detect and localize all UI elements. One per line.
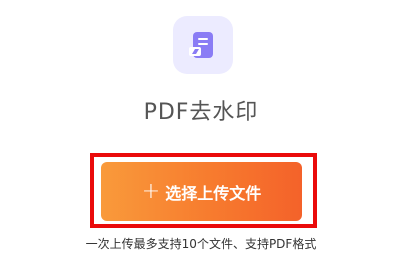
tool-icon-tile xyxy=(173,16,233,74)
upload-button-label: 选择上传文件 xyxy=(165,183,262,203)
plus-icon: + xyxy=(141,178,161,204)
page-title: PDF去水印 xyxy=(143,100,259,125)
upload-hint: 一次上传最多支持10个文件、支持PDF格式 xyxy=(85,237,317,251)
select-upload-file-button[interactable]: + 选择上传文件 xyxy=(101,162,302,221)
pdf-watermark-removal-panel: PDF去水印 + 选择上传文件 一次上传最多支持10个文件、支持PDF格式 xyxy=(0,0,402,265)
pdf-document-eraser-icon xyxy=(189,32,213,58)
